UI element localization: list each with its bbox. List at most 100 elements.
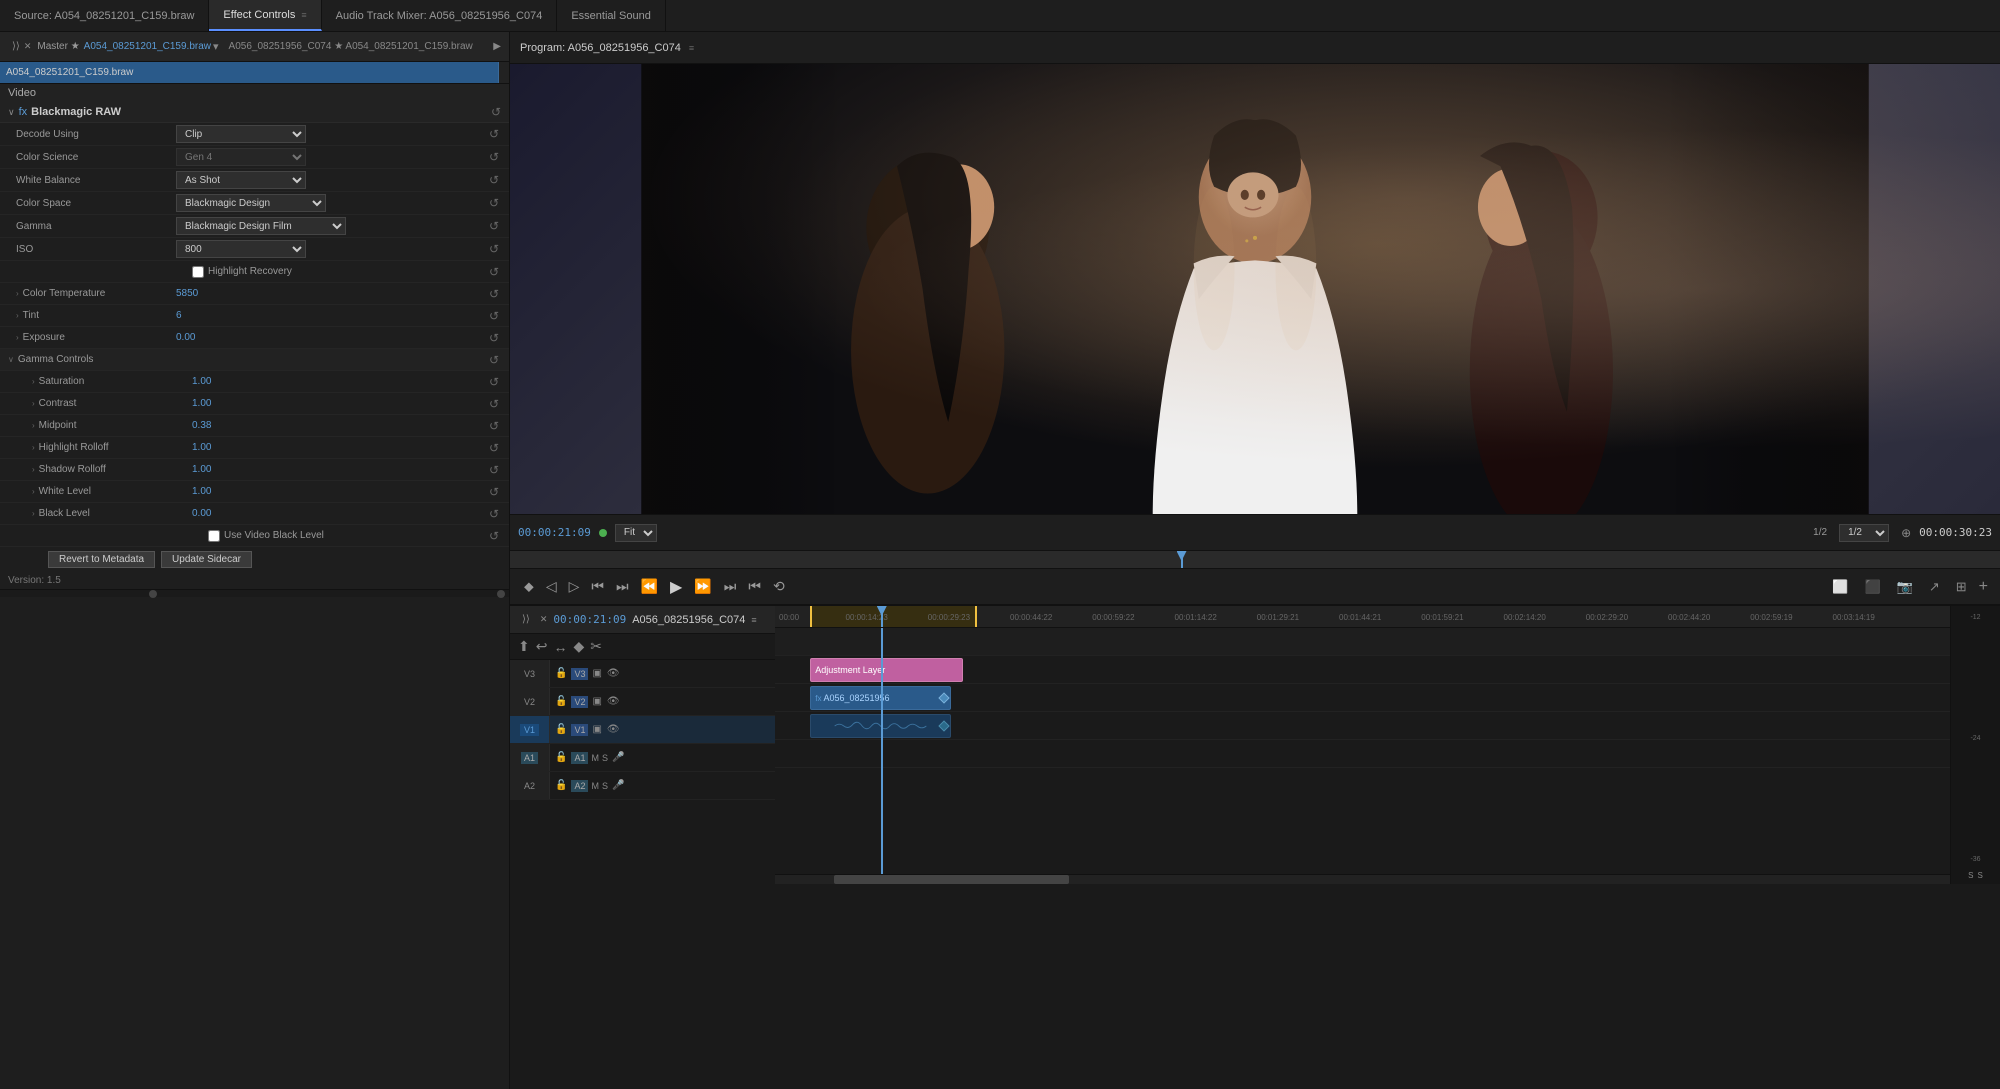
add-panel-button[interactable]: + — [1979, 578, 1988, 596]
track-v3-lock-icon[interactable]: 🔓 — [554, 667, 568, 680]
track-select-tool[interactable]: ⬆ — [518, 638, 530, 655]
track-a2-mic-icon[interactable]: 🎤 — [611, 779, 625, 792]
midpoint-expand-icon[interactable]: › — [32, 421, 35, 430]
highlight-recovery-checkbox[interactable] — [192, 266, 204, 278]
contrast-expand-icon[interactable]: › — [32, 399, 35, 408]
highlight-recovery-reset-icon[interactable]: ↺ — [487, 265, 501, 279]
timeline-v1-track[interactable]: fx A056_08251956 — [775, 684, 1950, 712]
use-video-black-checkbox[interactable] — [208, 530, 220, 542]
tab-source[interactable]: Source: A054_08251201_C159.braw — [0, 0, 209, 31]
mark-in-button[interactable]: ⬥ — [522, 576, 536, 597]
extract-button[interactable]: ↗ — [1925, 577, 1944, 597]
pen-tool[interactable]: ◆ — [573, 638, 584, 655]
white-balance-reset-icon[interactable]: ↺ — [487, 173, 501, 187]
fast-forward-button[interactable]: ⏩ — [692, 576, 713, 597]
track-a1-mic-icon[interactable]: 🎤 — [611, 751, 625, 764]
master-dropdown-icon[interactable]: ▾ — [213, 40, 219, 53]
iso-reset-icon[interactable]: ↺ — [487, 242, 501, 256]
color-temp-reset-icon[interactable]: ↺ — [487, 287, 501, 301]
white-level-reset-icon[interactable]: ↺ — [487, 485, 501, 499]
black-level-reset-icon[interactable]: ↺ — [487, 507, 501, 521]
timeline-a1-track[interactable] — [775, 712, 1950, 740]
track-v3-settings-icon[interactable]: ▣ — [591, 667, 602, 680]
h-scrollbar-thumb[interactable] — [834, 875, 1069, 884]
iso-select[interactable]: 800 — [176, 240, 306, 258]
track-v1-active-icon[interactable]: V1 — [520, 724, 539, 736]
add-marker-button[interactable]: ▷ — [567, 576, 582, 597]
exposure-expand-icon[interactable]: › — [16, 333, 19, 342]
tint-expand-icon[interactable]: › — [16, 311, 19, 320]
export-button[interactable]: ⊞ — [1952, 577, 1971, 597]
overwrite-button[interactable]: ⬛ — [1860, 577, 1884, 597]
rewind-button[interactable]: ⏪ — [639, 576, 660, 597]
timeline-v2-track[interactable]: Adjustment Layer — [775, 656, 1950, 684]
tab-essential-sound[interactable]: Essential Sound — [557, 0, 666, 31]
revert-to-metadata-button[interactable]: Revert to Metadata — [48, 551, 155, 568]
clip-list-scrollbar[interactable] — [499, 62, 509, 83]
go-to-in-button[interactable]: ⏮ — [589, 576, 606, 597]
insert-button[interactable]: ⬜ — [1828, 577, 1852, 597]
master-arrow-icon[interactable]: ▶ — [493, 41, 501, 52]
timeline-collapse-icon[interactable]: ⟩⟩ — [518, 614, 534, 625]
timeline-menu-icon[interactable]: ≡ — [751, 615, 756, 625]
track-v2-lock-icon[interactable]: 🔓 — [554, 695, 568, 708]
program-scrubber[interactable] — [510, 550, 2000, 568]
track-v2-settings-icon[interactable]: ▣ — [591, 695, 602, 708]
go-to-out-button[interactable]: ⏮ — [746, 576, 763, 597]
white-balance-select[interactable]: As Shot — [176, 171, 306, 189]
gamma-select[interactable]: Blackmagic Design Film — [176, 217, 346, 235]
track-a1-lock-icon[interactable]: 🔓 — [554, 751, 568, 764]
track-v2-eye-icon[interactable]: 👁 — [606, 695, 621, 708]
decode-using-reset-icon[interactable]: ↺ — [487, 127, 501, 141]
effect-controls-menu-icon[interactable]: ≡ — [301, 10, 306, 20]
gamma-reset-icon[interactable]: ↺ — [487, 219, 501, 233]
master-clip1[interactable]: A054_08251201_C159.braw — [84, 41, 211, 52]
color-space-reset-icon[interactable]: ↺ — [487, 196, 501, 210]
color-science-reset-icon[interactable]: ↺ — [487, 150, 501, 164]
effect-scroll-area[interactable]: Video ∨ fx Blackmagic RAW ↺ Decode Using… — [0, 84, 509, 1089]
play-button[interactable]: ▶ — [668, 575, 684, 599]
black-level-expand-icon[interactable]: › — [32, 509, 35, 518]
timeline-ruler[interactable]: 00:00 00:00:14:23 00:00:29:23 00:00:44:2… — [775, 606, 1950, 628]
collapse-left-icon[interactable]: ⟩⟩ — [8, 41, 24, 52]
gamma-controls-expand-icon[interactable]: ∨ — [8, 355, 14, 364]
razor-tool[interactable]: ✂ — [590, 638, 602, 655]
saturation-reset-icon[interactable]: ↺ — [487, 375, 501, 389]
tint-reset-icon[interactable]: ↺ — [487, 309, 501, 323]
track-a2-lock-icon[interactable]: 🔓 — [554, 779, 568, 792]
ripple-tool[interactable]: ↩ — [536, 638, 548, 655]
lift-button[interactable]: 📷 — [1893, 577, 1917, 597]
timeline-close-icon[interactable]: ✕ — [540, 614, 548, 625]
loop-button[interactable]: ⟲ — [771, 576, 787, 597]
track-v1-eye-icon[interactable]: 👁 — [606, 723, 621, 736]
step-forward-button[interactable]: ⏭ — [722, 576, 739, 597]
fx-reset-icon[interactable]: ↺ — [491, 105, 501, 119]
update-sidecar-button[interactable]: Update Sidecar — [161, 551, 252, 568]
timeline-a2-track[interactable] — [775, 740, 1950, 768]
shadow-rolloff-expand-icon[interactable]: › — [32, 465, 35, 474]
exposure-reset-icon[interactable]: ↺ — [487, 331, 501, 345]
highlight-rolloff-reset-icon[interactable]: ↺ — [487, 441, 501, 455]
track-v1-settings-icon[interactable]: ▣ — [591, 723, 602, 736]
tab-effect-controls[interactable]: Effect Controls ≡ — [209, 0, 321, 31]
saturation-expand-icon[interactable]: › — [32, 377, 35, 386]
track-move-tool[interactable]: ↔ — [553, 639, 567, 655]
mark-out-button[interactable]: ◁ — [544, 576, 559, 597]
contrast-reset-icon[interactable]: ↺ — [487, 397, 501, 411]
midpoint-reset-icon[interactable]: ↺ — [487, 419, 501, 433]
track-v3-eye-icon[interactable]: 👁 — [606, 667, 621, 680]
gamma-controls-reset-icon[interactable]: ↺ — [487, 353, 501, 367]
h-scrollbar[interactable] — [775, 874, 1950, 884]
color-space-select[interactable]: Blackmagic Design — [176, 194, 326, 212]
zoom-icon[interactable]: ⊕ — [1901, 526, 1911, 540]
page-dropdown[interactable]: 1/2 — [1839, 524, 1889, 542]
color-science-select[interactable]: Gen 4 — [176, 148, 306, 166]
program-menu-icon[interactable]: ≡ — [689, 43, 694, 53]
timeline-v3-track[interactable] — [775, 628, 1950, 656]
clip-list-item[interactable]: A054_08251201_C159.braw — [0, 62, 499, 83]
use-video-black-reset-icon[interactable]: ↺ — [487, 529, 501, 543]
tab-audio-mixer[interactable]: Audio Track Mixer: A056_08251956_C074 — [322, 0, 558, 31]
white-level-expand-icon[interactable]: › — [32, 487, 35, 496]
decode-using-select[interactable]: Clip — [176, 125, 306, 143]
track-v1-lock-icon[interactable]: 🔓 — [554, 723, 568, 736]
